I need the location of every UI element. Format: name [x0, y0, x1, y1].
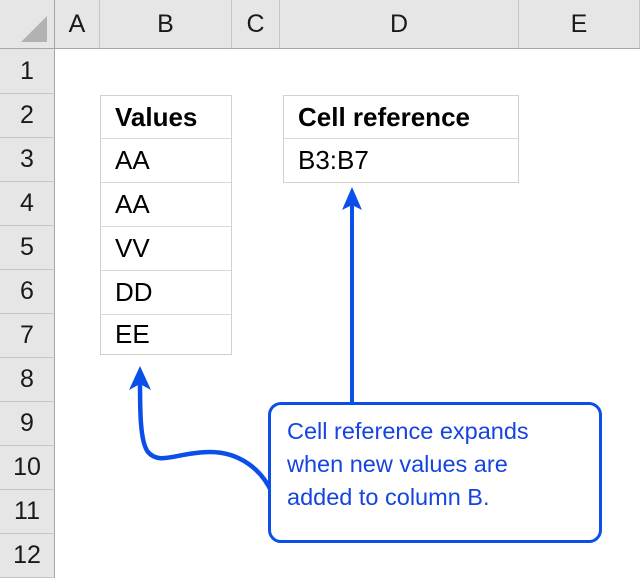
row-header-8[interactable]: 8	[0, 358, 55, 402]
values-cell-b3[interactable]: AA	[101, 139, 231, 183]
row-header-3[interactable]: 3	[0, 138, 55, 182]
column-header-c[interactable]: C	[232, 0, 280, 49]
cell-reference-value-cell[interactable]: B3:B7	[284, 139, 518, 182]
row-header-4[interactable]: 4	[0, 182, 55, 226]
values-cell-b7[interactable]: EE	[101, 315, 231, 354]
values-cell-b4[interactable]: AA	[101, 183, 231, 227]
row-header-10[interactable]: 10	[0, 446, 55, 490]
callout-line-2: when new values are	[287, 451, 508, 477]
column-header-b[interactable]: B	[100, 0, 232, 49]
arrow-to-values-icon	[129, 366, 275, 496]
select-all-button[interactable]	[0, 0, 55, 49]
spreadsheet-canvas: A B C D E 1 2 3 4 5 6 7 8 9 10 11 12 Val…	[0, 0, 640, 578]
row-header-9[interactable]: 9	[0, 402, 55, 446]
row-header-6[interactable]: 6	[0, 270, 55, 314]
cell-reference-table: Cell reference B3:B7	[283, 95, 519, 183]
callout-line-1: Cell reference expands	[287, 418, 529, 444]
row-header-5[interactable]: 5	[0, 226, 55, 270]
select-all-triangle-icon	[21, 16, 47, 42]
column-header-e[interactable]: E	[519, 0, 640, 49]
column-header-a[interactable]: A	[55, 0, 100, 49]
column-header-d[interactable]: D	[280, 0, 519, 49]
values-cell-b5[interactable]: VV	[101, 227, 231, 271]
callout-box: Cell reference expands when new values a…	[268, 402, 602, 543]
values-table: Values AA AA VV DD EE	[100, 95, 232, 355]
callout-line-3: added to column B.	[287, 484, 490, 510]
row-header-11[interactable]: 11	[0, 490, 55, 534]
values-cell-b6[interactable]: DD	[101, 271, 231, 315]
arrow-to-reference-icon	[342, 187, 362, 404]
row-header-12[interactable]: 12	[0, 534, 55, 578]
row-header-2[interactable]: 2	[0, 94, 55, 138]
row-header-7[interactable]: 7	[0, 314, 55, 358]
cell-reference-header-cell[interactable]: Cell reference	[284, 96, 518, 139]
values-table-header-cell[interactable]: Values	[101, 96, 231, 139]
row-header-1[interactable]: 1	[0, 49, 55, 94]
